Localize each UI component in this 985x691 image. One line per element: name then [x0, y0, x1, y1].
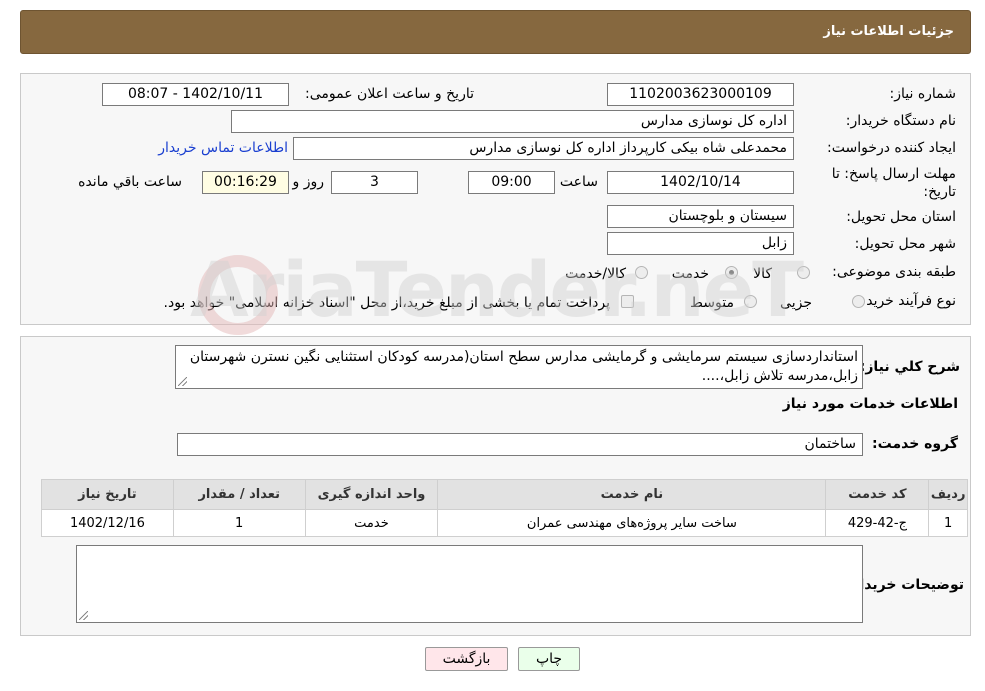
- category-service-label: خدمت: [671, 266, 709, 282]
- announce-datetime-label: تاریخ و ساعت اعلان عمومی:: [305, 86, 474, 102]
- requester-field[interactable]: محمدعلی شاه بیکی کارپرداز اداره کل نوساز…: [293, 137, 794, 160]
- buyer-notes-label: توضیحات خریدار:: [845, 577, 964, 593]
- cell-quantity: 1: [172, 509, 306, 537]
- deadline-time-label: ساعت: [559, 174, 598, 190]
- purchase-minor-label: جزیی: [780, 295, 812, 311]
- cell-service-code: ج-42-429: [825, 509, 930, 537]
- page-header: جزئیات اطلاعات نیاز: [20, 10, 971, 54]
- city-field[interactable]: زابل: [607, 232, 794, 255]
- buyer-org-label: نام دستگاه خریدار:: [845, 113, 956, 129]
- purchase-medium-label: متوسط: [690, 295, 734, 311]
- services-table: ردیف کد خدمت نام خدمت واحد اندازه گیری ت…: [41, 479, 968, 537]
- description-text: استانداردسازی سیستم سرمایشی و گرمایشی مد…: [189, 349, 858, 384]
- col-header-row-number: ردیف: [928, 479, 968, 510]
- category-label: طبقه بندی موضوعی:: [832, 264, 956, 280]
- requester-label: ایجاد کننده درخواست:: [827, 140, 956, 156]
- cell-service-name: ساخت سایر پروژه‌های مهندسی عمران: [437, 509, 827, 537]
- col-header-quantity: تعداد / مقدار: [172, 479, 306, 510]
- remaining-time-label: ساعت باقي مانده: [78, 174, 182, 190]
- resize-grip-icon[interactable]: [79, 611, 88, 620]
- col-header-unit: واحد اندازه گیری: [304, 479, 439, 510]
- deadline-label: مهلت ارسال پاسخ: تا تاریخ:: [831, 166, 956, 200]
- cell-row-number: 1: [928, 509, 968, 537]
- table-row: 1 ج-42-429 ساخت سایر پروژه‌های مهندسی عم…: [41, 509, 968, 537]
- province-label: استان محل تحویل:: [846, 209, 956, 225]
- resize-grip-icon[interactable]: [178, 377, 187, 386]
- details-panel: شرح کلي نياز: استانداردسازی سیستم سرمایش…: [20, 336, 971, 636]
- category-radio-goods[interactable]: [797, 266, 810, 279]
- purchase-radio-minor[interactable]: [852, 295, 865, 308]
- category-goods-service-label: کالا/خدمت: [565, 266, 626, 282]
- city-label: شهر محل تحویل:: [854, 236, 956, 252]
- print-button[interactable]: چاپ: [518, 647, 580, 671]
- need-number-field[interactable]: 1102003623000109: [607, 83, 794, 106]
- purchase-radio-medium[interactable]: [744, 295, 757, 308]
- service-group-label: گروه خدمت:: [872, 436, 958, 452]
- deadline-date-field[interactable]: 1402/10/14: [607, 171, 794, 194]
- col-header-need-date: تاریخ نیاز: [41, 479, 174, 510]
- days-label: روز و: [292, 174, 325, 190]
- need-number-label: شماره نیاز:: [889, 86, 957, 102]
- col-header-service-code: کد خدمت: [825, 479, 930, 510]
- remaining-time-field: 00:16:29: [202, 171, 289, 194]
- category-goods-label: کالا: [753, 266, 772, 282]
- cell-need-date: 1402/12/16: [41, 509, 174, 537]
- buyer-org-field[interactable]: اداره کل نوسازی مدارس: [231, 110, 794, 133]
- treasury-payment-note: پرداخت تمام یا بخشی از مبلغ خرید،از محل …: [163, 295, 610, 311]
- category-radio-goods-service[interactable]: [635, 266, 648, 279]
- treasury-payment-checkbox[interactable]: [621, 295, 634, 308]
- description-textarea[interactable]: استانداردسازی سیستم سرمایشی و گرمایشی مد…: [175, 345, 863, 389]
- announce-datetime-field[interactable]: 1402/10/11 - 08:07: [102, 83, 289, 106]
- description-label: شرح کلي نياز:: [859, 359, 960, 375]
- buyer-notes-textarea[interactable]: [76, 545, 863, 623]
- buyer-contact-link[interactable]: اطلاعات تماس خریدار: [158, 140, 288, 156]
- category-radio-service[interactable]: [725, 266, 738, 279]
- col-header-service-name: نام خدمت: [437, 479, 827, 510]
- table-header-row: ردیف کد خدمت نام خدمت واحد اندازه گیری ت…: [41, 479, 968, 510]
- purchase-type-label: نوع فرآیند خرید :: [857, 293, 956, 309]
- province-field[interactable]: سیستان و بلوچستان: [607, 205, 794, 228]
- service-group-field[interactable]: ساختمان: [177, 433, 863, 456]
- need-info-panel: شماره نیاز: 1102003623000109 تاریخ و ساع…: [20, 73, 971, 325]
- page-title: جزئیات اطلاعات نیاز: [823, 24, 954, 39]
- services-section-title: اطلاعات خدمات مورد نياز: [782, 396, 958, 412]
- deadline-time-field[interactable]: 09:00: [468, 171, 555, 194]
- cell-unit: خدمت: [304, 509, 439, 537]
- days-field[interactable]: 3: [331, 171, 418, 194]
- back-button[interactable]: بازگشت: [425, 647, 508, 671]
